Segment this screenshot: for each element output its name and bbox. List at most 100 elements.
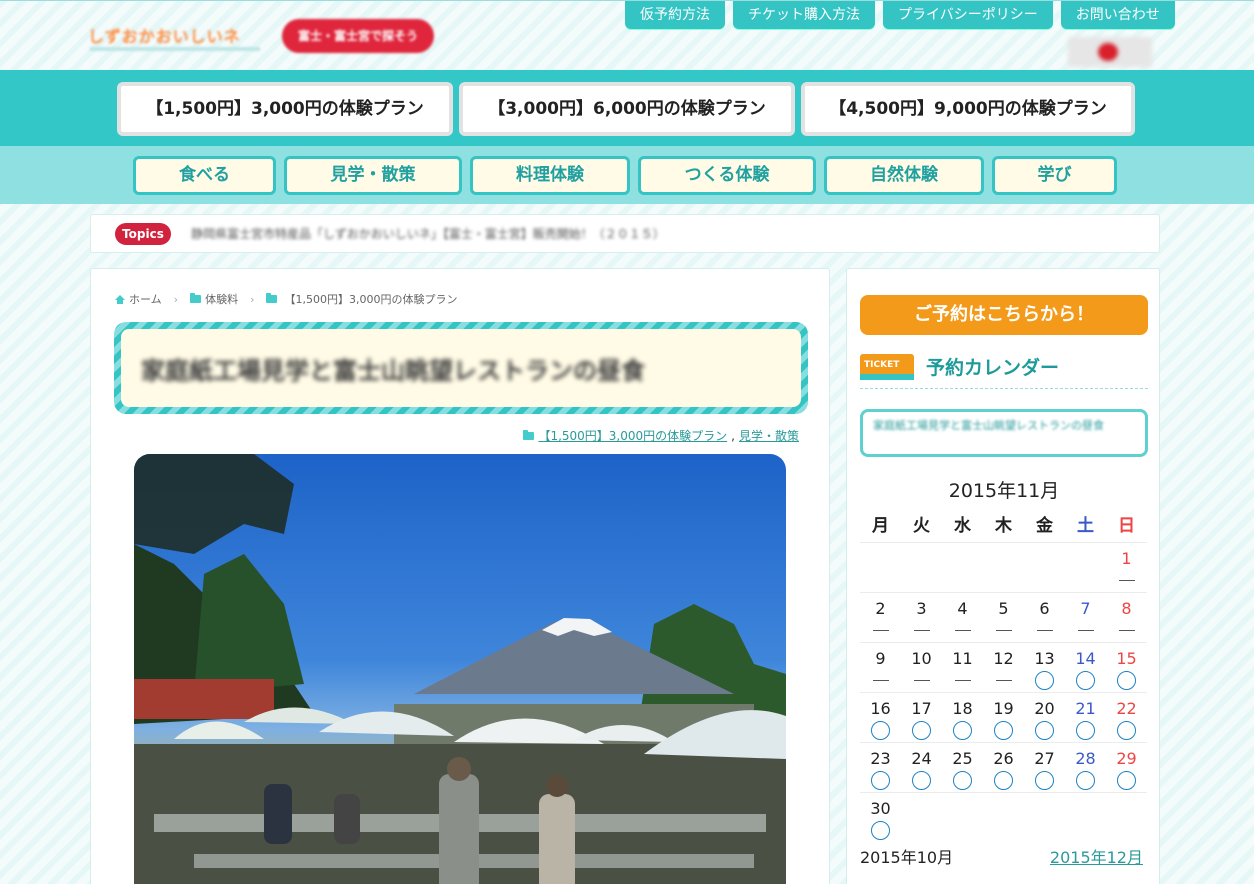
available-circle-icon[interactable] [1117,771,1136,790]
plan-button-4500[interactable]: 【4,500円】9,000円の体験プラン [801,82,1135,136]
unavailable-dash-icon [995,630,1012,631]
category-cooking[interactable]: 料理体験 [470,156,630,195]
folder-icon [266,293,278,303]
calendar-day[interactable]: 18 [942,692,983,742]
available-circle-icon[interactable] [1076,771,1095,790]
category-nature[interactable]: 自然体験 [824,156,984,195]
unavailable-dash-icon [995,680,1012,681]
calendar-day[interactable]: 24 [901,742,942,792]
breadcrumb-home[interactable]: ホーム [129,291,162,307]
calendar-day[interactable]: 30 [860,792,901,842]
calendar-day-number: 6 [1039,599,1050,618]
calendar-day[interactable]: 13 [1024,642,1065,692]
available-circle-icon[interactable] [871,721,890,740]
unavailable-dash-icon [1118,630,1135,631]
calendar-day[interactable]: 25 [942,742,983,792]
calendar-day[interactable]: 22 [1106,692,1147,742]
nav-ticket-purchase[interactable]: チケット購入方法 [733,1,875,29]
plan-button-3000[interactable]: 【3,000円】6,000円の体験プラン [459,82,795,136]
available-circle-icon[interactable] [994,721,1013,740]
calendar-day[interactable]: 29 [1106,742,1147,792]
plan-button-1500[interactable]: 【1,500円】3,000円の体験プラン [117,82,453,136]
calendar-next-month[interactable]: 2015年12月 [1050,844,1143,868]
available-circle-icon[interactable] [1076,671,1095,690]
calendar-empty-cell [860,542,901,592]
topics-link[interactable]: 静岡県富士宮市特産品「しずおかおいしいネ」【富士・富士宮】販売開始！（２０１５） [191,225,665,242]
calendar-day: 2 [860,592,901,642]
article-title-inner: 家庭紙工場見学と富士山眺望レストランの昼食 [121,329,801,407]
calendar-day-number: 10 [911,649,932,668]
main-content: ホーム › 体験料 › 【1,500円】3,000円の体験プラン 家庭紙工場見学… [90,268,830,884]
calendar-event-title: 家庭紙工場見学と富士山眺望レストランの昼食 [873,419,1104,432]
calendar-day[interactable]: 23 [860,742,901,792]
top-nav: 仮予約方法 チケット購入方法 プライバシーポリシー お問い合わせ [625,1,1175,29]
available-circle-icon[interactable] [953,721,972,740]
site-logo[interactable]: しずおかおいしいネ [88,21,268,55]
available-circle-icon[interactable] [871,821,890,840]
breadcrumb: ホーム › 体験料 › 【1,500円】3,000円の体験プラン [115,291,457,307]
calendar-day[interactable]: 20 [1024,692,1065,742]
breadcrumb-current: 【1,500円】3,000円の体験プラン [284,293,458,306]
sidebar: ご予約はこちらから！ 予約カレンダー 家庭紙工場見学と富士山眺望レストランの昼食… [846,268,1160,884]
calendar-day: 10 [901,642,942,692]
category-eat[interactable]: 食べる [133,156,276,195]
available-circle-icon[interactable] [1117,721,1136,740]
calendar-day-number: 27 [1034,749,1055,768]
calendar-empty-cell [901,792,942,842]
calendar-day: 11 [942,642,983,692]
nav-privacy-policy[interactable]: プライバシーポリシー [883,1,1053,29]
header-widget[interactable] [1068,37,1152,67]
article-category-link-sightseeing[interactable]: 見学・散策 [739,427,799,444]
weekday-fri: 金 [1036,516,1053,536]
breadcrumb-category[interactable]: 体験料 [205,291,238,307]
calendar-day[interactable]: 28 [1065,742,1106,792]
calendar-day: 6 [1024,592,1065,642]
reserve-button[interactable]: ご予約はこちらから！ [860,295,1148,335]
calendar-day: 12 [983,642,1024,692]
unavailable-dash-icon [913,630,930,631]
calendar-day[interactable]: 16 [860,692,901,742]
category-making[interactable]: つくる体験 [638,156,816,195]
breadcrumb-separator-icon: › [250,292,255,306]
available-circle-icon[interactable] [1035,721,1054,740]
category-sightseeing[interactable]: 見学・散策 [284,156,462,195]
calendar-event-selector[interactable]: 家庭紙工場見学と富士山眺望レストランの昼食 [860,409,1148,457]
calendar-day[interactable]: 26 [983,742,1024,792]
calendar-day: 4 [942,592,983,642]
available-circle-icon[interactable] [912,771,931,790]
calendar-prev-month[interactable]: 2015年10月 [860,844,953,868]
header-badge[interactable]: 富士・富士宮で探そう [282,19,434,53]
calendar-day[interactable]: 17 [901,692,942,742]
nav-reservation-method[interactable]: 仮予約方法 [625,1,725,29]
calendar-day[interactable]: 14 [1065,642,1106,692]
calendar-day[interactable]: 21 [1065,692,1106,742]
unavailable-dash-icon [954,630,971,631]
calendar-day[interactable]: 27 [1024,742,1065,792]
calendar-empty-cell [942,542,983,592]
calendar-day-number: 19 [993,699,1014,718]
nav-contact[interactable]: お問い合わせ [1060,1,1175,29]
calendar-day[interactable]: 15 [1106,642,1147,692]
calendar-empty-cell [983,792,1024,842]
available-circle-icon[interactable] [912,721,931,740]
available-circle-icon[interactable] [953,771,972,790]
available-circle-icon[interactable] [1117,671,1136,690]
available-circle-icon[interactable] [1035,671,1054,690]
plan-nav-band: 【1,500円】3,000円の体験プラン 【3,000円】6,000円の体験プラ… [0,70,1254,146]
calendar-day-number: 17 [911,699,932,718]
article-category-link-plan[interactable]: 【1,500円】3,000円の体験プラン [538,427,727,444]
category-learning[interactable]: 学び [992,156,1117,195]
weekday-thu: 木 [995,516,1012,536]
calendar-day-number: 24 [911,749,932,768]
available-circle-icon[interactable] [1035,771,1054,790]
calendar-day-number: 2 [875,599,886,618]
plan-nav: 【1,500円】3,000円の体験プラン 【3,000円】6,000円の体験プラ… [117,82,1135,136]
weekday-mon: 月 [872,516,889,536]
calendar-day[interactable]: 19 [983,692,1024,742]
calendar-empty-cell [942,792,983,842]
calendar-day: 8 [1106,592,1147,642]
available-circle-icon[interactable] [871,771,890,790]
calendar-day-number: 15 [1116,649,1137,668]
available-circle-icon[interactable] [1076,721,1095,740]
available-circle-icon[interactable] [994,771,1013,790]
